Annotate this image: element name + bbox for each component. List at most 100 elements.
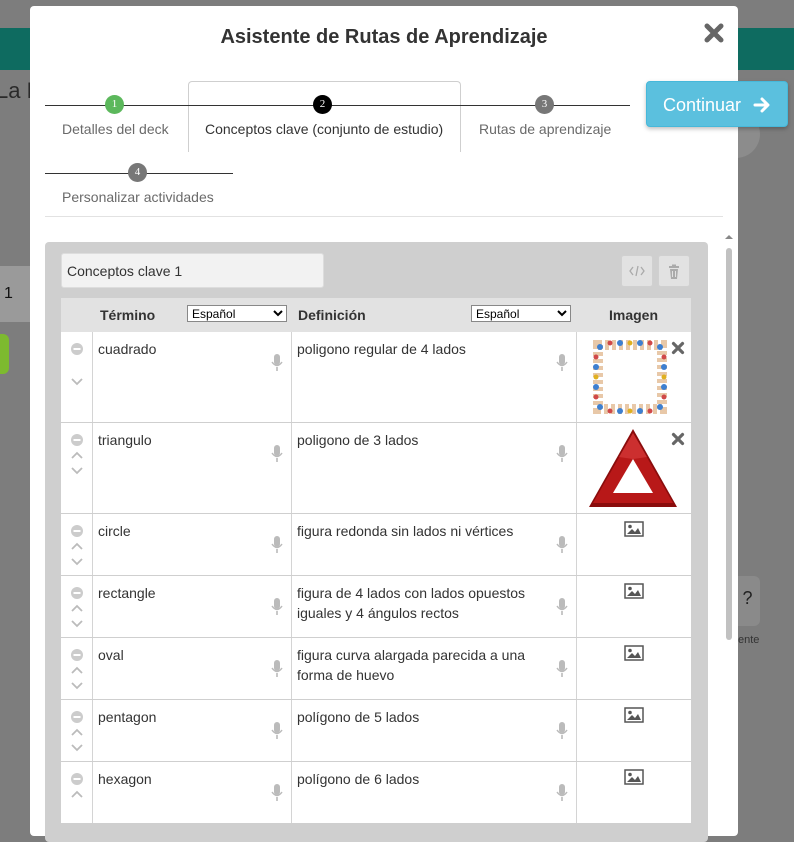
trash-icon bbox=[669, 264, 679, 279]
move-down-icon[interactable] bbox=[71, 620, 83, 628]
microphone-icon[interactable] bbox=[556, 660, 568, 678]
image-column-header: Imagen bbox=[609, 307, 659, 323]
table-row: hexagon polígono de 6 lados bbox=[61, 762, 691, 824]
table-row: triangulo poligono de 3 lados bbox=[61, 423, 691, 514]
step-2[interactable]: 2 Conceptos clave (conjunto de estudio) bbox=[188, 94, 459, 144]
remove-row-icon[interactable] bbox=[70, 586, 84, 600]
step-1-number: 1 bbox=[105, 95, 124, 114]
table-row: cuadrado poligono regular de 4 lados bbox=[61, 332, 691, 423]
step-3[interactable]: 3 Rutas de aprendizaje bbox=[459, 94, 630, 144]
remove-image-icon[interactable] bbox=[670, 340, 686, 356]
app-side-value: 1 bbox=[0, 266, 30, 322]
definition-text[interactable]: figura de 4 lados con lados opuestos igu… bbox=[297, 583, 546, 623]
modal-title: Asistente de Rutas de Aprendizaje bbox=[220, 26, 548, 48]
app-help-button: ? bbox=[735, 576, 760, 626]
remove-row-icon[interactable] bbox=[70, 342, 84, 356]
remove-row-icon[interactable] bbox=[70, 524, 84, 538]
study-set-name-input[interactable] bbox=[61, 253, 324, 288]
arrow-right-icon bbox=[753, 97, 770, 113]
table-header: Término Español Definición Español Image… bbox=[61, 298, 691, 332]
microphone-icon[interactable] bbox=[556, 354, 568, 372]
add-image-icon[interactable] bbox=[624, 707, 644, 723]
definition-text[interactable]: poligono de 3 lados bbox=[297, 430, 546, 450]
microphone-icon[interactable] bbox=[556, 536, 568, 554]
move-up-icon[interactable] bbox=[71, 542, 83, 550]
remove-row-icon[interactable] bbox=[70, 710, 84, 724]
add-image-icon[interactable] bbox=[624, 521, 644, 537]
add-image-icon[interactable] bbox=[624, 645, 644, 661]
microphone-icon[interactable] bbox=[271, 445, 283, 463]
close-icon bbox=[704, 23, 724, 43]
microphone-icon[interactable] bbox=[271, 354, 283, 372]
definition-text[interactable]: polígono de 6 lados bbox=[297, 769, 546, 789]
add-image-icon[interactable] bbox=[624, 769, 644, 785]
table-row: oval figura curva alargada parecida a un… bbox=[61, 638, 691, 700]
move-up-icon[interactable] bbox=[71, 790, 83, 798]
scrollbar[interactable] bbox=[723, 232, 735, 832]
definition-language-select[interactable]: Español bbox=[471, 305, 571, 322]
study-set-panel: Término Español Definición Español Image… bbox=[45, 242, 708, 842]
scrollbar-thumb[interactable] bbox=[726, 248, 732, 640]
definition-text[interactable]: polígono de 5 lados bbox=[297, 707, 546, 727]
remove-image-icon[interactable] bbox=[670, 431, 686, 447]
definition-text[interactable]: figura redonda sin lados ni vértices bbox=[297, 521, 546, 541]
move-down-icon[interactable] bbox=[71, 558, 83, 566]
app-green-tab bbox=[0, 334, 9, 374]
table-row: pentagon polígono de 5 lados bbox=[61, 700, 691, 762]
table-row: rectangle figura de 4 lados con lados op… bbox=[61, 576, 691, 638]
step-1-label: Detalles del deck bbox=[62, 121, 169, 137]
term-text[interactable]: rectangle bbox=[98, 583, 261, 603]
move-up-icon[interactable] bbox=[71, 666, 83, 674]
app-help-label: ente bbox=[738, 634, 760, 646]
move-up-icon[interactable] bbox=[71, 604, 83, 612]
step-4[interactable]: 4 Personalizar actividades bbox=[45, 163, 233, 213]
microphone-icon[interactable] bbox=[271, 598, 283, 616]
red-warning-triangle-image[interactable] bbox=[587, 427, 679, 511]
wizard-modal: Asistente de Rutas de Aprendizaje 1 Deta… bbox=[30, 6, 738, 842]
term-text[interactable]: pentagon bbox=[98, 707, 261, 727]
delete-set-button[interactable] bbox=[658, 255, 690, 287]
definition-text[interactable]: poligono regular de 4 lados bbox=[297, 339, 546, 359]
remove-row-icon[interactable] bbox=[70, 772, 84, 786]
microphone-icon[interactable] bbox=[556, 598, 568, 616]
continue-button[interactable]: Continuar bbox=[646, 81, 788, 127]
definition-column-header: Definición bbox=[298, 307, 366, 323]
step-4-number: 4 bbox=[128, 163, 147, 182]
move-down-icon[interactable] bbox=[71, 467, 83, 475]
remove-row-icon[interactable] bbox=[70, 648, 84, 662]
term-column-header: Término bbox=[100, 307, 156, 323]
step-3-number: 3 bbox=[535, 95, 554, 114]
embed-code-button[interactable] bbox=[621, 255, 653, 287]
remove-row-icon[interactable] bbox=[70, 433, 84, 447]
step-4-label: Personalizar actividades bbox=[62, 189, 214, 205]
microphone-icon[interactable] bbox=[556, 784, 568, 802]
step-2-label: Conceptos clave (conjunto de estudio) bbox=[205, 121, 444, 137]
add-image-icon[interactable] bbox=[624, 583, 644, 599]
term-text[interactable]: circle bbox=[98, 521, 261, 541]
steps-divider bbox=[45, 216, 723, 217]
microphone-icon[interactable] bbox=[271, 784, 283, 802]
table-row: circle figura redonda sin lados ni vérti… bbox=[61, 514, 691, 576]
move-up-icon[interactable] bbox=[71, 728, 83, 736]
step-2-number: 2 bbox=[313, 95, 332, 114]
term-text[interactable]: oval bbox=[98, 645, 261, 665]
term-text[interactable]: cuadrado bbox=[98, 339, 261, 359]
microphone-icon[interactable] bbox=[556, 722, 568, 740]
term-language-select[interactable]: Español bbox=[187, 305, 287, 322]
move-up-icon[interactable] bbox=[71, 451, 83, 459]
microphone-icon[interactable] bbox=[556, 445, 568, 463]
move-down-icon[interactable] bbox=[71, 744, 83, 752]
question-icon: ? bbox=[742, 588, 753, 608]
step-1[interactable]: 1 Detalles del deck bbox=[45, 94, 188, 144]
term-text[interactable]: triangulo bbox=[98, 430, 261, 450]
microphone-icon[interactable] bbox=[271, 722, 283, 740]
move-down-icon[interactable] bbox=[71, 682, 83, 690]
kids-square-frame-image[interactable] bbox=[590, 337, 670, 417]
microphone-icon[interactable] bbox=[271, 660, 283, 678]
microphone-icon[interactable] bbox=[271, 536, 283, 554]
close-button[interactable] bbox=[703, 22, 725, 44]
continue-label: Continuar bbox=[663, 95, 742, 115]
move-down-icon[interactable] bbox=[71, 378, 83, 386]
term-text[interactable]: hexagon bbox=[98, 769, 261, 789]
definition-text[interactable]: figura curva alargada parecida a una for… bbox=[297, 645, 546, 685]
